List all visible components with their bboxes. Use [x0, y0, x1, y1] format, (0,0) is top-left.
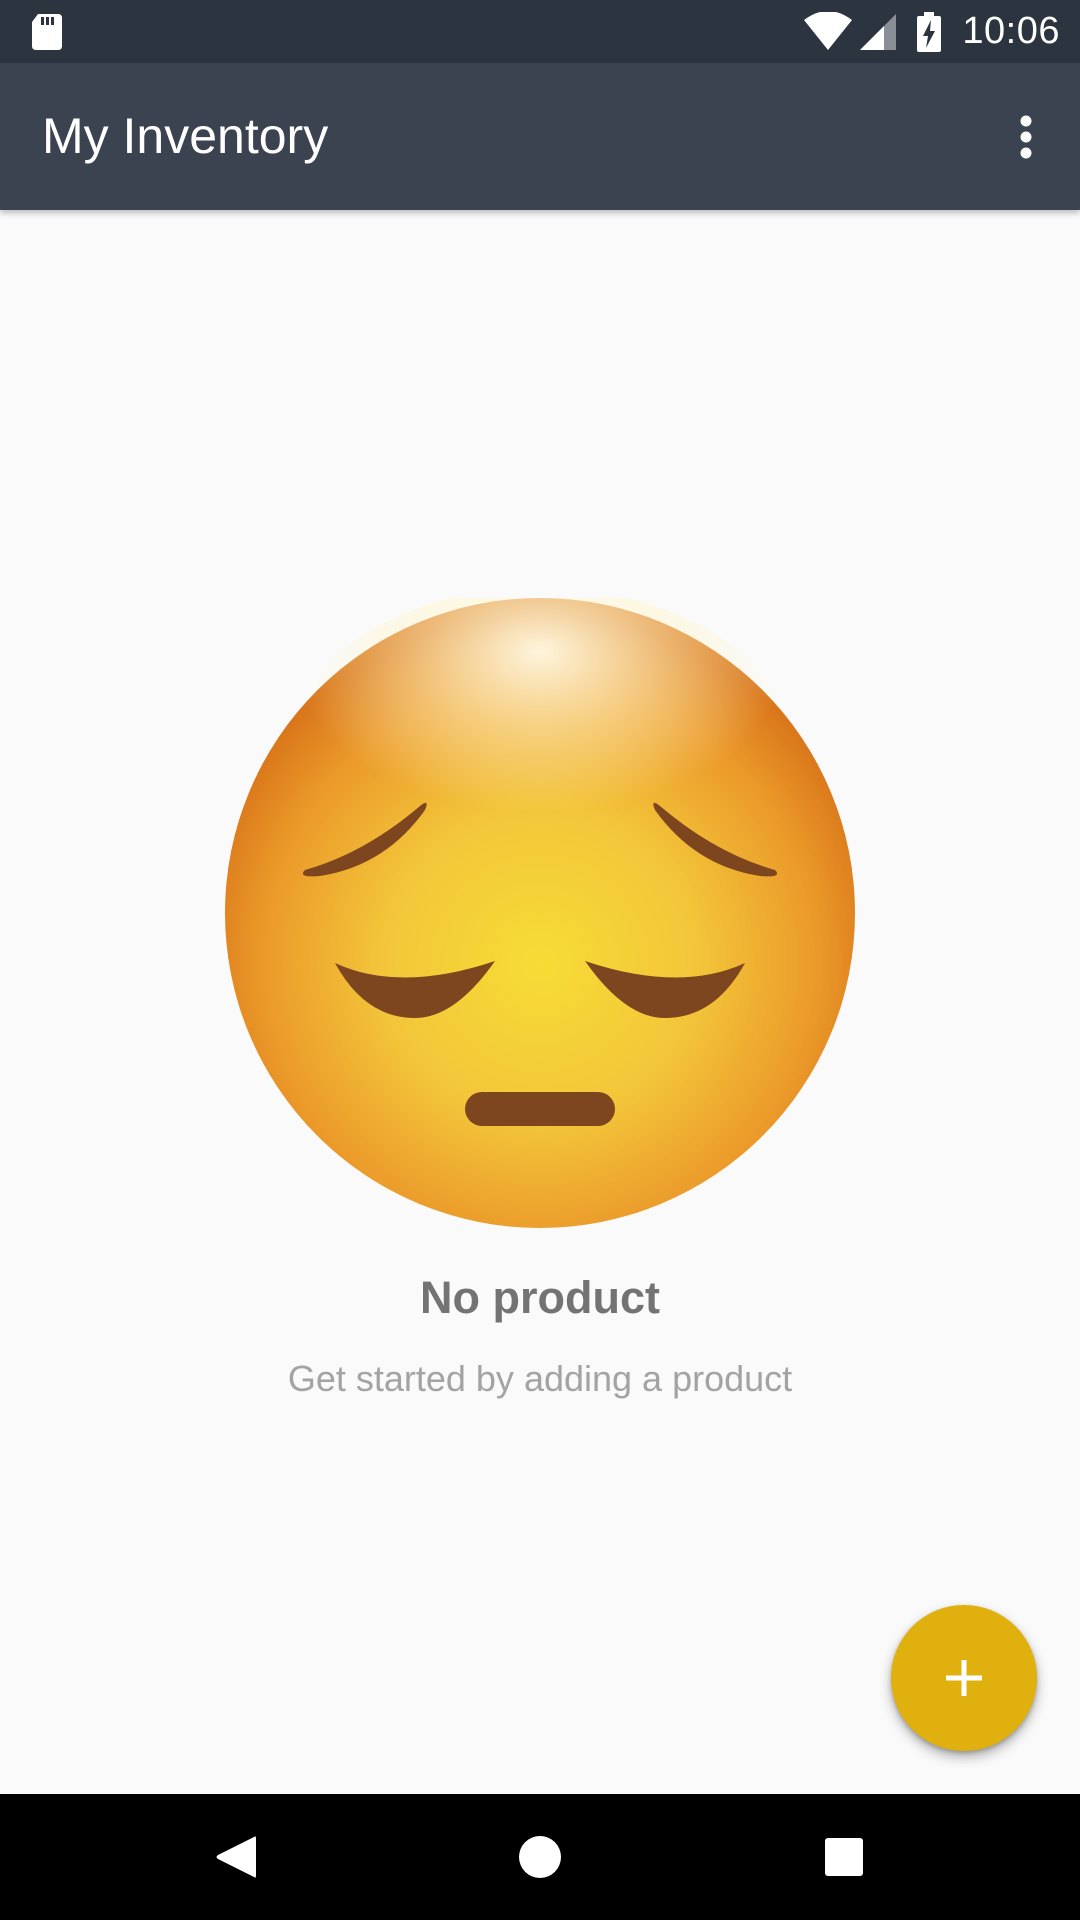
recents-button[interactable] — [814, 1827, 874, 1887]
home-icon — [519, 1836, 561, 1878]
empty-state-subtitle: Get started by adding a product — [287, 1358, 793, 1399]
empty-state-title: No product — [420, 1272, 660, 1323]
back-icon — [216, 1836, 256, 1878]
empty-state: No product Get started by adding a produ… — [0, 210, 1080, 1794]
overflow-menu-button[interactable] — [996, 107, 1056, 167]
app-bar: My Inventory — [0, 63, 1080, 210]
app-title: My Inventory — [42, 108, 329, 164]
wifi-icon — [804, 11, 853, 50]
navigation-bar — [0, 1794, 1080, 1920]
plus-icon — [946, 1660, 982, 1696]
recents-icon — [825, 1838, 863, 1876]
more-vert-icon — [1020, 115, 1032, 159]
screen: 10:06 My Inventory No product Get starte… — [0, 0, 1080, 1920]
home-button[interactable] — [510, 1827, 570, 1887]
battery-charging-icon — [917, 11, 942, 52]
pensive-face-emoji — [225, 598, 855, 1228]
sd-card-icon — [32, 14, 62, 50]
status-bar: 10:06 — [0, 0, 1080, 63]
cell-signal-icon — [860, 13, 897, 50]
add-product-button[interactable] — [891, 1605, 1037, 1751]
status-icons: 10:06 — [802, 0, 1060, 63]
clock: 10:06 — [962, 10, 1060, 52]
back-button[interactable] — [206, 1827, 266, 1887]
